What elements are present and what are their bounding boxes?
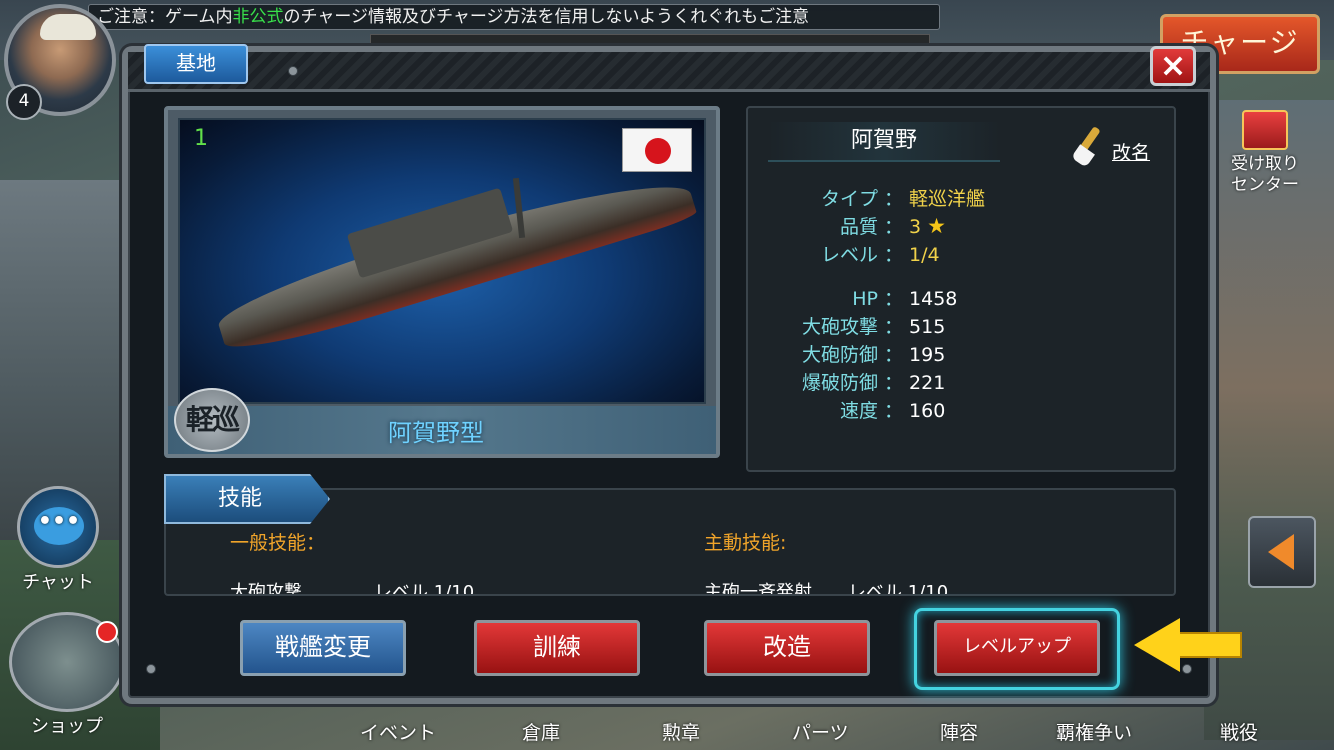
ship-view: 1 <box>178 118 706 404</box>
nav-campaign[interactable]: 戦役 <box>1220 718 1258 745</box>
nav-event[interactable]: イベント <box>360 718 436 745</box>
active-skill-name: 主砲一斉発射 <box>704 582 812 596</box>
side-menu-toggle-arrow-icon[interactable] <box>1248 516 1316 588</box>
gift-label-1: 受け取り <box>1231 154 1299 174</box>
chat-button[interactable]: ••• チャット <box>8 486 108 594</box>
nav-hegemony[interactable]: 覇権争い <box>1056 718 1132 745</box>
general-skill-level: レベル 1/10 <box>374 582 475 596</box>
remodel-button[interactable]: 改造 <box>704 620 870 676</box>
brush-icon <box>1071 126 1101 168</box>
tab-skills[interactable]: 技能 <box>164 474 330 524</box>
ship-class-bar: 阿賀野型 <box>168 406 716 454</box>
stat-gun-defense: 大砲防御： 195 <box>801 344 946 366</box>
ship-name: 阿賀野 <box>768 122 1000 162</box>
cruiser-hull-icon <box>211 159 699 361</box>
level-up-button[interactable]: レベルアップ <box>934 620 1100 676</box>
ship-class-name: 阿賀野型 <box>388 419 484 447</box>
chat-bubble-icon: ••• <box>34 507 84 545</box>
rivet <box>146 664 156 674</box>
officer-cap-icon <box>40 14 96 40</box>
nav-medal[interactable]: 勲章 <box>662 718 700 745</box>
stat-gun-attack: 大砲攻撃： 515 <box>801 316 946 338</box>
general-skill-name: 大砲攻撃 <box>230 582 302 596</box>
rename-button[interactable]: 改名 <box>1071 126 1162 168</box>
chat-label: チャット <box>22 572 94 593</box>
notification-dot-icon <box>96 621 118 643</box>
chat-circle: ••• <box>17 486 99 568</box>
player-level-badge: 4 <box>6 84 42 120</box>
stat-quality: 品質： 3 ★ <box>839 214 946 238</box>
general-skills-header: 一般技能： <box>230 532 326 554</box>
bottom-nav: イベント 倉庫 勲章 パーツ 陣容 覇権争い 戦役 <box>340 716 1334 750</box>
notice-bar: ご注意：ゲーム内非公式のチャージ情報及びチャージ方法を信用しないようくれぐれもご… <box>88 4 940 30</box>
star-icon: ★ <box>927 214 946 238</box>
change-ship-button[interactable]: 戦艦変更 <box>240 620 406 676</box>
nav-warehouse[interactable]: 倉庫 <box>522 718 560 745</box>
notice-prefix: ご注意：ゲーム内 <box>97 7 233 27</box>
ship-slot-number: 1 <box>194 126 208 151</box>
rivet <box>288 66 298 76</box>
shop-label: ショップ <box>31 716 103 737</box>
stat-type: タイプ：軽巡洋艦 <box>820 188 986 210</box>
ship-type-emblem: 軽巡 <box>174 388 250 452</box>
stat-hp: HP： 1458 <box>852 288 958 310</box>
shop-button[interactable]: ショップ <box>4 612 130 738</box>
stat-speed: 速度： 160 <box>839 400 946 422</box>
ship-stats-panel: 阿賀野 改名 タイプ：軽巡洋艦 品質： 3 ★ レベル： 1/4 HP： 1458 大… <box>746 106 1176 472</box>
gift-box-icon <box>1242 110 1288 150</box>
stat-level: レベル： 1/4 <box>820 244 940 266</box>
ship-image-panel: 1 阿賀野型 軽巡 <box>164 106 720 458</box>
rename-label: 改名 <box>1112 142 1151 164</box>
nav-formation[interactable]: 陣容 <box>940 718 978 745</box>
ship-detail-dialog: 基地 × 1 阿賀野型 軽巡 阿賀野 改名 タイプ：軽巡洋艦 品質： 3 ★ レ… <box>122 44 1216 704</box>
active-skill-level: レベル 1/10 <box>848 582 949 596</box>
nav-parts[interactable]: パーツ <box>792 718 849 745</box>
notice-suffix: のチャージ情報及びチャージ方法を信用しないようくれぐれもご注意 <box>283 7 810 27</box>
notice-highlight: 非公式 <box>232 7 284 27</box>
tutorial-arrow-icon <box>1134 618 1244 672</box>
active-skills-header: 主動技能: <box>704 532 787 554</box>
japan-flag-icon <box>622 128 692 172</box>
shop-cannon-icon <box>9 612 125 712</box>
train-button[interactable]: 訓練 <box>474 620 640 676</box>
close-button[interactable]: × <box>1150 46 1196 86</box>
stat-blast-defense: 爆破防御： 221 <box>801 372 946 394</box>
tab-base[interactable]: 基地 <box>144 44 248 84</box>
gift-label-2: センター <box>1231 175 1299 195</box>
gift-center-button[interactable]: 受け取り センター <box>1210 104 1320 214</box>
